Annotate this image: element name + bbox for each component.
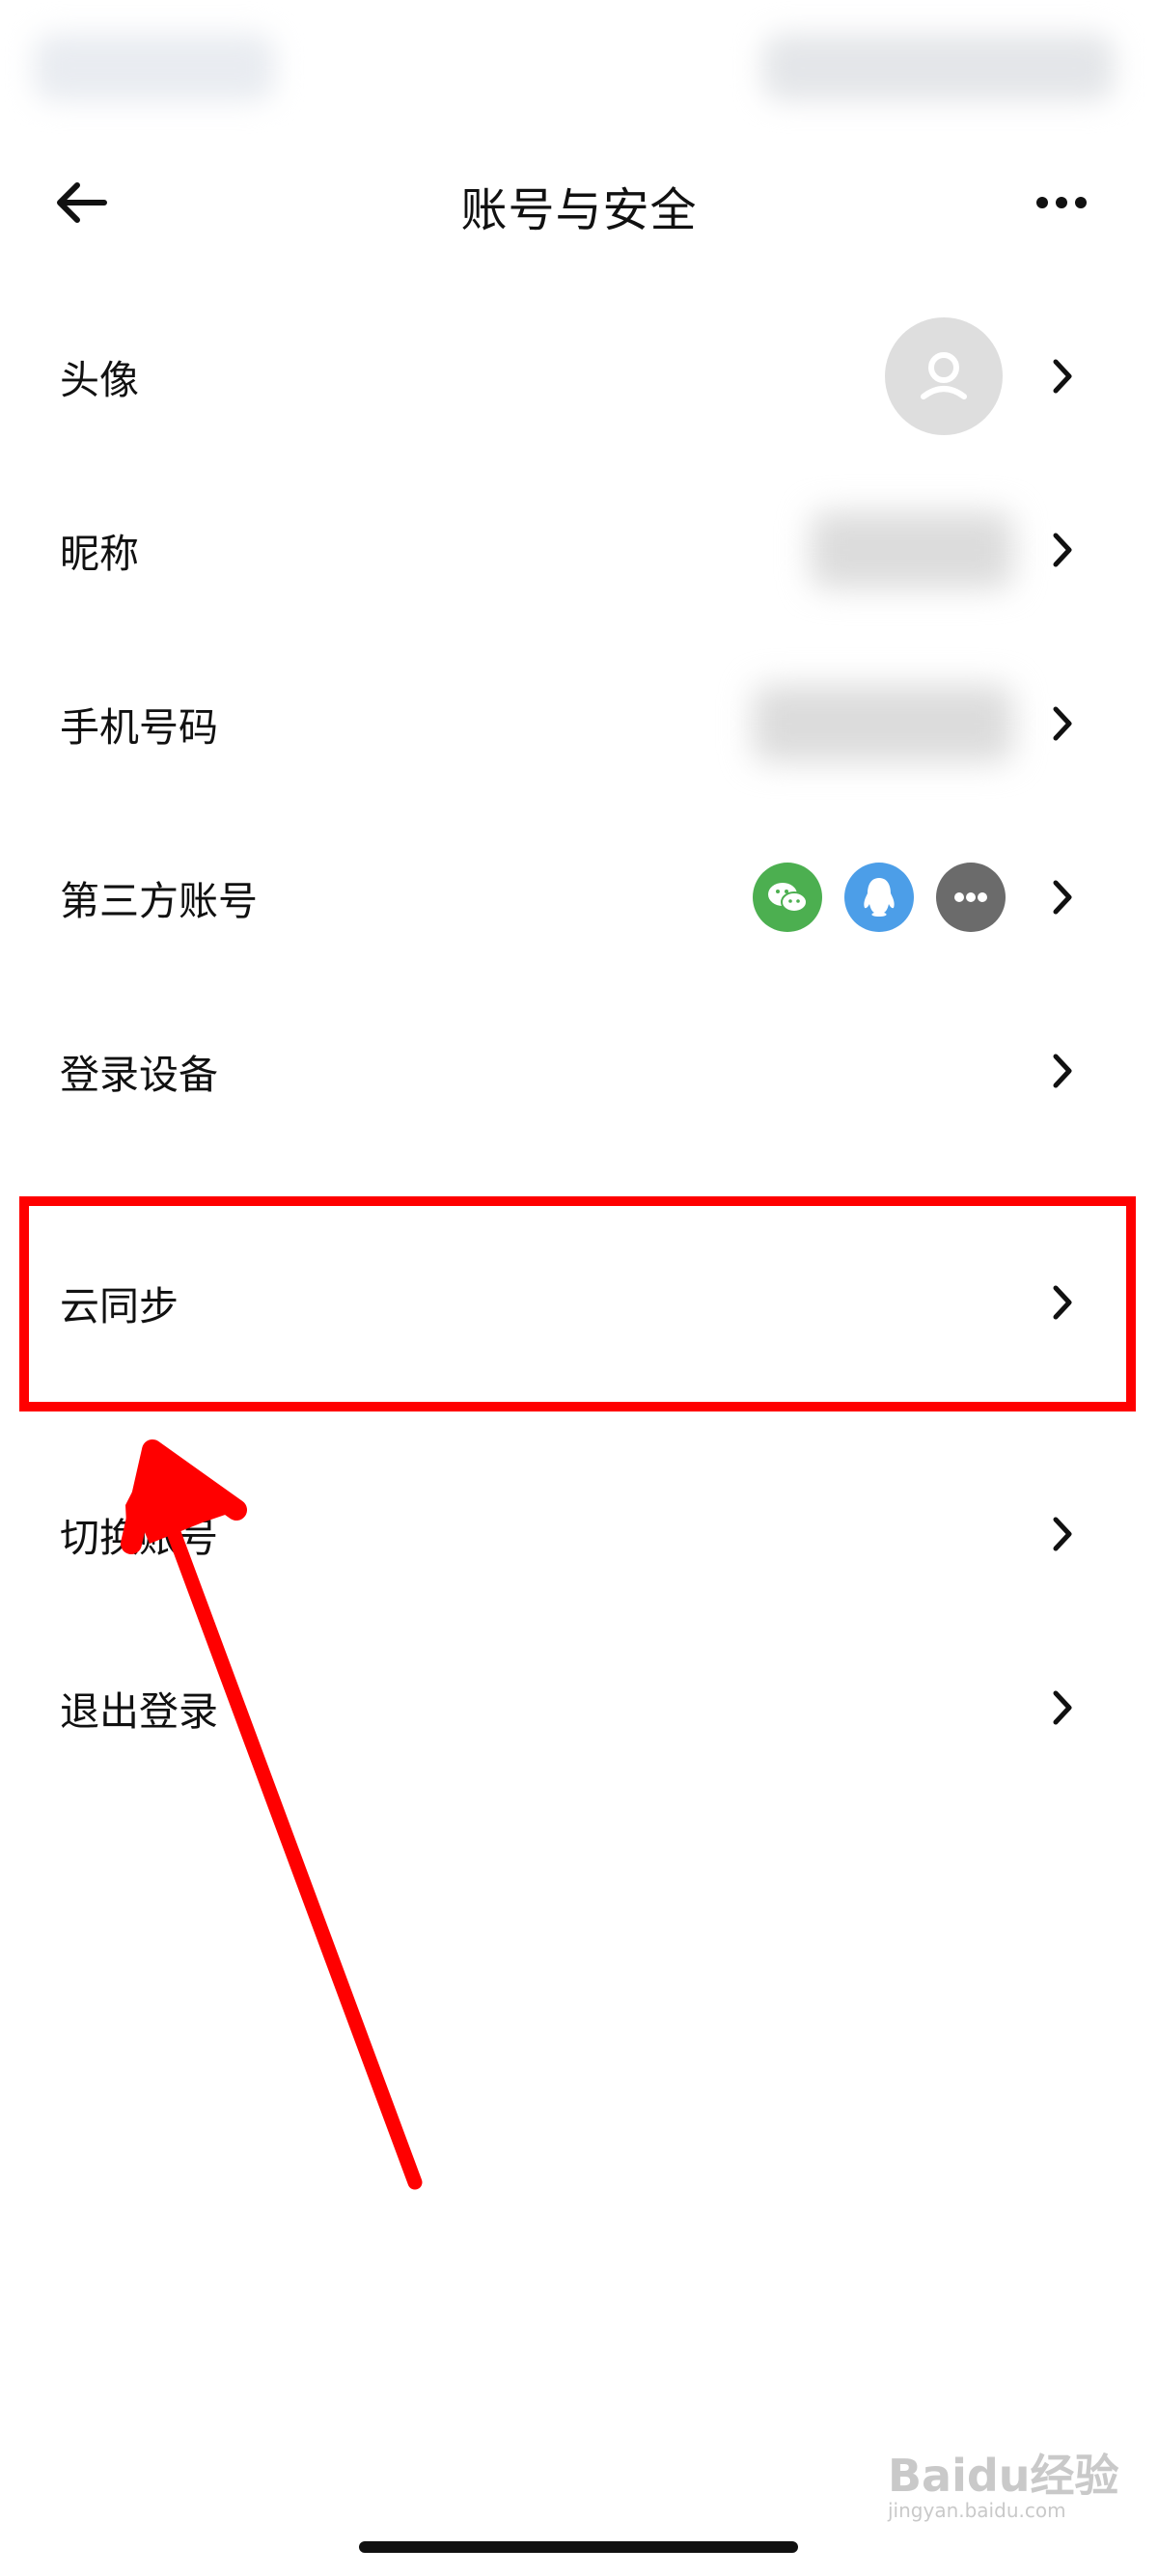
avatar[interactable]	[885, 317, 1003, 435]
row-log-out[interactable]: 退出登录	[0, 1621, 1158, 1795]
header: 账号与安全	[0, 145, 1158, 260]
phone-value-blurred	[753, 685, 1013, 762]
row-label: 登录设备	[60, 1052, 218, 1098]
row-nickname[interactable]: 昵称	[0, 463, 1158, 637]
watermark-url: jingyan.baidu.com	[888, 2499, 1066, 2522]
watermark: Baidu经验 jingyan.baidu.com	[888, 2441, 1119, 2528]
chevron-right-icon	[1053, 359, 1072, 394]
row-switch-account[interactable]: 切换账号	[0, 1447, 1158, 1621]
chevron-right-icon	[1053, 1690, 1072, 1725]
status-bar-left	[34, 34, 275, 101]
annotation-highlight-box	[19, 1196, 1136, 1411]
qq-icon	[844, 863, 914, 932]
more-dots-icon	[1036, 197, 1087, 208]
wechat-icon	[753, 863, 822, 932]
home-indicator[interactable]	[359, 2541, 798, 2553]
row-label: 手机号码	[60, 704, 218, 751]
watermark-logo: Baidu经验	[888, 2450, 1119, 2502]
row-label: 头像	[60, 357, 139, 403]
more-accounts-icon	[936, 863, 1006, 932]
chevron-right-icon	[1053, 706, 1072, 741]
chevron-right-icon	[1053, 1054, 1072, 1088]
row-login-devices[interactable]: 登录设备	[0, 984, 1158, 1158]
row-label: 第三方账号	[60, 878, 258, 924]
row-avatar[interactable]: 头像	[0, 289, 1158, 463]
nickname-value-blurred	[811, 511, 1013, 589]
default-avatar-icon	[921, 352, 967, 399]
chevron-right-icon	[1053, 880, 1072, 915]
row-third-party-accounts[interactable]: 第三方账号	[0, 810, 1158, 984]
chevron-right-icon	[1053, 533, 1072, 567]
row-label: 昵称	[60, 531, 139, 577]
row-label: 切换账号	[60, 1515, 218, 1561]
page-title: 账号与安全	[460, 183, 698, 237]
more-button[interactable]	[1023, 178, 1110, 227]
row-label: 退出登录	[60, 1688, 218, 1735]
chevron-right-icon	[1053, 1517, 1072, 1551]
row-phone-number[interactable]: 手机号码	[0, 637, 1158, 810]
status-bar-right	[762, 34, 1115, 101]
